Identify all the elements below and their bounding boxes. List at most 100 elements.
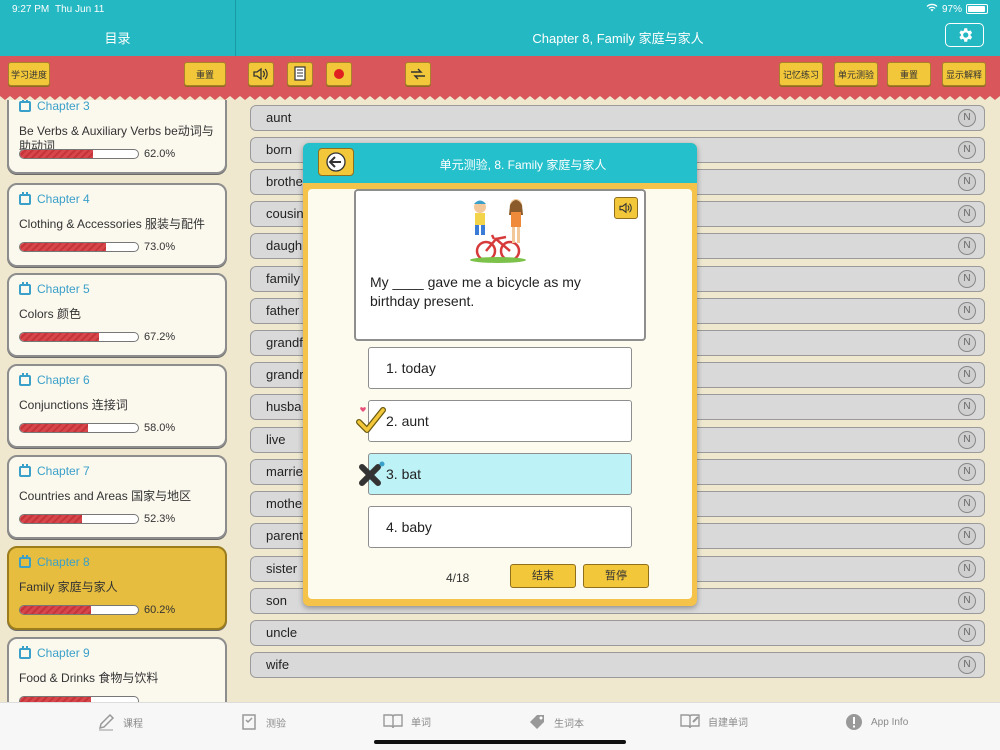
chapter-name: Countries and Areas 国家与地区 [19,489,192,503]
word-text: cousin [266,206,304,221]
show-explanation-button[interactable]: 显示解释 [942,62,986,86]
word-text: wife [266,657,290,672]
battery-percent: 97% [941,3,962,15]
tab-vocab-book[interactable]: 生词本 [528,713,584,731]
word-text: parent [266,528,303,543]
calendar-icon [19,645,31,659]
answer-option-wrong[interactable]: 3. bat [368,453,632,495]
progress-percent: 62.0% [144,148,176,160]
word-text: mothe [266,496,303,511]
chapter-sidebar: Chapter 3 Be Verbs & Auxiliary Verbs be动… [0,100,235,702]
progress-bar [19,149,139,159]
quiz-header: 单元测验, 8. Family 家庭与家人 [303,143,697,183]
note-icon[interactable]: N [958,495,976,513]
chapter-number: Chapter 9 [37,646,90,660]
note-icon[interactable]: N [958,173,976,191]
chapter-card-selected[interactable]: Chapter 8 Family 家庭与家人 60.2% [7,546,227,630]
pause-button[interactable]: 暂停 [583,564,649,588]
notes-button[interactable] [287,62,313,86]
word-text: family [266,271,300,286]
note-icon[interactable]: N [958,560,976,578]
swap-button[interactable] [405,62,431,86]
settings-button[interactable] [945,23,984,47]
play-audio-button[interactable] [614,197,638,219]
memory-practice-button[interactable]: 记忆练习 [779,62,823,86]
status-indicators: 97% [926,3,988,15]
chapter-number: Chapter 8 [37,555,90,569]
word-row[interactable]: aunt N [250,105,985,131]
word-text: son [266,593,287,608]
progress-fill [20,424,89,432]
question-counter: 4/18 [446,571,470,585]
note-icon[interactable]: N [958,237,976,255]
pencil-icon [98,713,115,731]
answer-option[interactable]: 2. aunt [368,400,632,442]
record-button[interactable] [326,62,352,86]
word-text: daugh [266,238,303,253]
chapter-card[interactable]: Chapter 5 Colors 颜色 67.2% [7,273,227,357]
note-icon[interactable]: N [958,656,976,674]
word-text: brothe [266,174,303,189]
end-button[interactable]: 结束 [510,564,576,588]
unit-test-button[interactable]: 单元测验 [834,62,878,86]
tab-course[interactable]: 课程 [97,713,143,731]
progress-fill [20,150,94,158]
tab-label: App Info [871,716,909,728]
note-icon[interactable]: N [958,334,976,352]
wifi-icon [926,3,938,15]
chapter-card[interactable]: Chapter 6 Conjunctions 连接词 58.0% [7,364,227,448]
sidebar-reset-button[interactable]: 重置 [184,62,226,86]
note-icon[interactable]: N [958,109,976,127]
note-icon[interactable]: N [958,141,976,159]
back-button[interactable] [318,148,354,176]
note-icon[interactable]: N [958,398,976,416]
tab-label: 自建单词 [708,717,748,729]
note-icon[interactable]: N [958,366,976,384]
note-icon[interactable]: N [958,592,976,610]
study-progress-button[interactable]: 学习进度 [8,62,50,86]
word-row[interactable]: wife N [250,652,985,678]
progress-percent: 73.0% [144,241,176,253]
note-icon[interactable]: N [958,527,976,545]
tab-app-info[interactable]: App Info [845,713,908,731]
tab-words[interactable]: 单词 [383,713,431,729]
status-time: 9:27 PM [12,4,50,15]
speaker-button[interactable] [248,62,274,86]
reset-button[interactable]: 重置 [887,62,931,86]
tab-custom-words[interactable]: 自建单词 [680,713,748,729]
speaker-icon [619,202,632,214]
note-icon[interactable]: N [958,302,976,320]
chapter-card[interactable]: Chapter 9 Food & Drinks 食物与饮料 [7,637,227,702]
record-icon [334,69,344,79]
progress-percent: 67.2% [144,331,176,343]
note-icon[interactable]: N [958,431,976,449]
word-text: husba [266,399,302,414]
progress-bar [19,514,139,524]
note-icon[interactable]: N [958,270,976,288]
battery-icon [966,4,988,14]
notes-icon [294,66,306,81]
toolbar-zigzag-edge [0,92,1000,100]
chapter-card[interactable]: Chapter 3 Be Verbs & Auxiliary Verbs be动… [7,100,227,174]
wrong-x-icon [359,461,385,486]
chapter-number: Chapter 3 [37,100,90,113]
word-text: marrie [266,464,303,479]
speaker-icon [253,67,268,81]
word-text: grandf [266,335,303,350]
tab-quiz[interactable]: 测验 [240,713,286,731]
answer-option[interactable]: 1. today [368,347,632,389]
chapter-card[interactable]: Chapter 4 Clothing & Accessories 服装与配件 7… [7,183,227,267]
chapter-card[interactable]: Chapter 7 Countries and Areas 国家与地区 52.3… [7,455,227,539]
progress-bar [19,423,139,433]
family-bicycle-illustration [470,199,526,263]
note-icon[interactable]: N [958,463,976,481]
progress-bar [19,332,139,342]
home-indicator[interactable] [374,740,626,744]
note-icon[interactable]: N [958,205,976,223]
note-icon[interactable]: N [958,624,976,642]
status-date: Thu Jun 11 [55,4,105,15]
answer-option[interactable]: 4. baby [368,506,632,548]
word-row[interactable]: uncle N [250,620,985,646]
tab-label: 测验 [266,718,286,730]
quiz-dialog: 单元测验, 8. Family 家庭与家人 My ____ gave me a … [303,143,697,606]
